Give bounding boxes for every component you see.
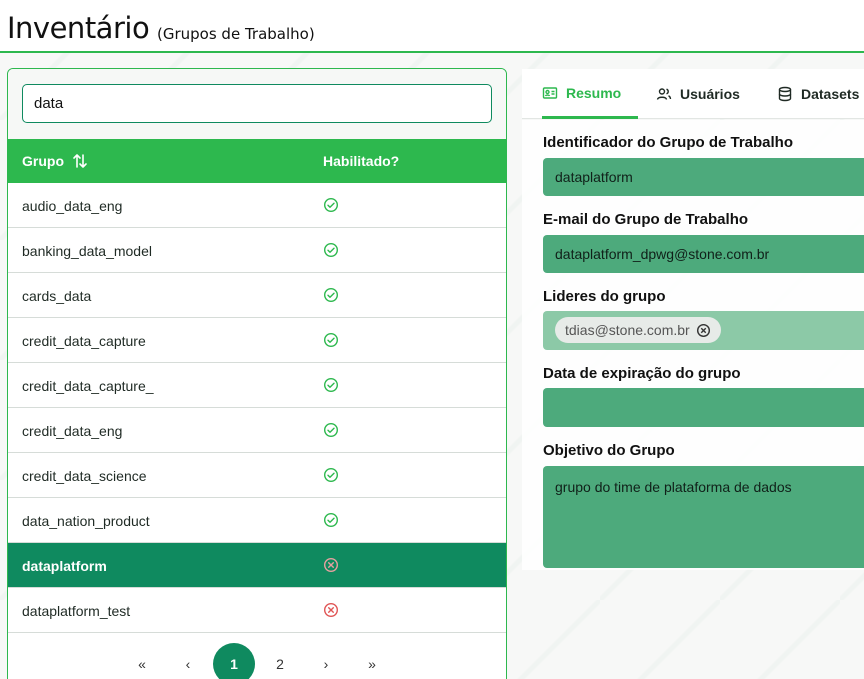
table-row[interactable]: credit_data_capture xyxy=(8,318,506,363)
detail-tabs: Resumo Usuários Datasets xyxy=(522,69,864,119)
group-name: credit_data_science xyxy=(22,468,147,484)
group-objective-field[interactable]: grupo do time de plataforma de dados xyxy=(543,466,864,568)
group-objective-label: Objetivo do Grupo xyxy=(543,442,675,459)
tab-resumo[interactable]: Resumo xyxy=(542,69,639,119)
group-expiration-label: Data de expiração do grupo xyxy=(543,365,741,382)
group-name: banking_data_model xyxy=(22,243,152,259)
search-area xyxy=(8,69,506,139)
table-row[interactable]: banking_data_model xyxy=(8,228,506,273)
page-header: Inventário (Grupos de Trabalho) xyxy=(0,0,864,53)
pagination-last-button[interactable]: » xyxy=(351,643,393,679)
table-row[interactable]: credit_data_science xyxy=(8,453,506,498)
table-header: Grupo Habilitado? xyxy=(8,139,506,183)
group-name: credit_data_capture_ xyxy=(22,378,154,394)
column-header-group-label: Grupo xyxy=(22,153,64,169)
group-name: data_nation_product xyxy=(22,513,150,529)
table-row[interactable]: data_nation_product xyxy=(8,498,506,543)
group-name: credit_data_capture xyxy=(22,333,146,349)
check-circle-icon xyxy=(323,422,339,438)
table-row[interactable]: credit_data_capture_ xyxy=(8,363,506,408)
check-circle-icon xyxy=(323,242,339,258)
check-circle-icon xyxy=(323,467,339,483)
x-circle-icon xyxy=(323,557,339,573)
column-header-group[interactable]: Grupo xyxy=(22,153,88,169)
table-row[interactable]: dataplatform xyxy=(8,543,506,588)
remove-chip-icon[interactable] xyxy=(696,323,711,338)
groups-table-body: audio_data_eng banking_data_model cards_da… xyxy=(8,183,506,633)
users-icon xyxy=(656,88,672,100)
page-title: Inventário xyxy=(7,11,150,45)
check-circle-icon xyxy=(323,287,339,303)
tab-usuarios[interactable]: Usuários xyxy=(656,69,740,119)
table-row[interactable]: credit_data_eng xyxy=(8,408,506,453)
x-circle-icon xyxy=(323,602,339,618)
pagination-next-button[interactable]: › xyxy=(305,643,347,679)
group-email-field[interactable]: dataplatform_dpwg@stone.com.br xyxy=(543,235,864,273)
leader-chip-label: tdias@stone.com.br xyxy=(565,322,690,338)
pagination: « ‹ 1 2 › » xyxy=(8,641,506,679)
pagination-page-1[interactable]: 1 xyxy=(213,643,255,679)
column-header-enabled[interactable]: Habilitado? xyxy=(323,153,399,169)
pagination-prev-button[interactable]: ‹ xyxy=(167,643,209,679)
page-subtitle: (Grupos de Trabalho) xyxy=(157,25,315,43)
sort-icon[interactable] xyxy=(72,153,88,169)
table-row[interactable]: cards_data xyxy=(8,273,506,318)
tab-datasets-label: Datasets xyxy=(801,86,860,102)
leader-chip: tdias@stone.com.br xyxy=(555,317,721,343)
pagination-page-2[interactable]: 2 xyxy=(259,643,301,679)
check-circle-icon xyxy=(323,332,339,348)
tab-datasets[interactable]: Datasets xyxy=(777,69,859,119)
tab-usuarios-label: Usuários xyxy=(680,86,740,102)
group-expiration-field[interactable] xyxy=(543,388,864,427)
group-id-label: Identificador do Grupo de Trabalho xyxy=(543,134,794,151)
table-row[interactable]: dataplatform_test xyxy=(8,588,506,633)
group-leaders-label: Lideres do grupo xyxy=(543,288,666,305)
group-name: audio_data_eng xyxy=(22,198,123,214)
database-icon xyxy=(778,86,792,102)
check-circle-icon xyxy=(323,512,339,528)
groups-panel: Grupo Habilitado? audio_data_eng banking_… xyxy=(7,68,507,679)
group-leaders-field[interactable]: tdias@stone.com.br xyxy=(543,311,864,350)
pagination-first-button[interactable]: « xyxy=(121,643,163,679)
group-name: cards_data xyxy=(22,288,92,304)
group-email-label: E-mail do Grupo de Trabalho xyxy=(543,211,749,228)
search-input[interactable] xyxy=(22,84,492,123)
table-row[interactable]: audio_data_eng xyxy=(8,183,506,228)
group-name: credit_data_eng xyxy=(22,423,123,439)
check-circle-icon xyxy=(323,377,339,393)
check-circle-icon xyxy=(323,197,339,213)
group-name: dataplatform_test xyxy=(22,603,131,619)
tab-resumo-label: Resumo xyxy=(566,84,622,101)
group-id-field[interactable]: dataplatform xyxy=(543,158,864,196)
id-card-icon xyxy=(542,86,558,99)
group-summary-form: Identificador do Grupo de Trabalho datap… xyxy=(522,120,864,570)
group-name: dataplatform xyxy=(22,558,107,574)
